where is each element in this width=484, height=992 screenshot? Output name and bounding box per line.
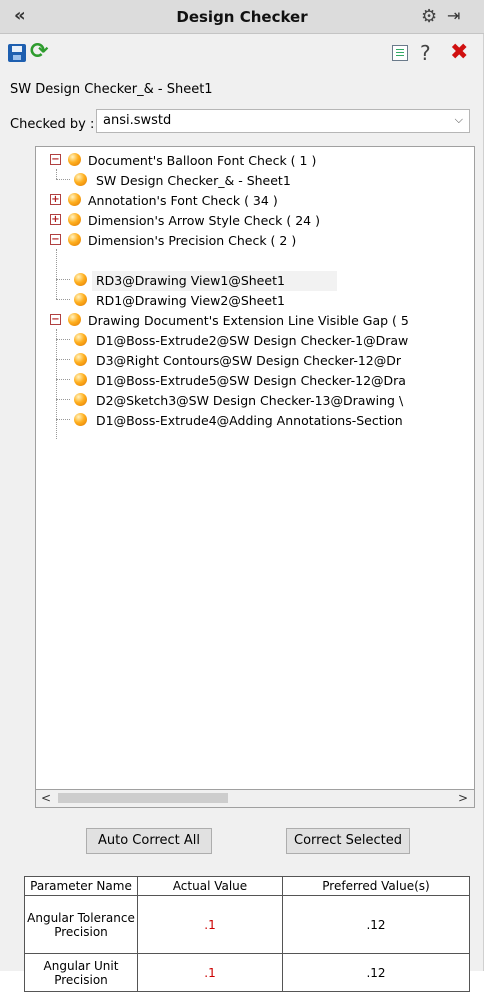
tree-item-label: D2@Sketch3@SW Design Checker-13@Drawing … [96, 393, 404, 408]
scroll-left-icon[interactable]: < [41, 791, 51, 805]
title-bar: « Design Checker ⚙ ⇥ [0, 0, 484, 34]
design-checker-panel: « Design Checker ⚙ ⇥ ⟳ ? ✖ SW Design Che… [0, 0, 484, 992]
warning-bulb-icon [74, 413, 87, 426]
correct-selected-button[interactable]: Correct Selected [286, 828, 410, 854]
warning-bulb-icon [68, 233, 81, 246]
warning-bulb-icon [74, 393, 87, 406]
tree-item-annotation-font-check[interactable]: + Annotation's Font Check ( 34 ) [36, 191, 474, 211]
warning-bulb-icon [68, 193, 81, 206]
warning-bulb-icon [74, 273, 87, 286]
warning-bulb-icon [74, 353, 87, 366]
table-header-row: Parameter Name Actual Value Preferred Va… [24, 876, 470, 896]
column-header: Preferred Value(s) [282, 876, 470, 896]
tree-item-leaf[interactable]: SW Design Checker_& - Sheet1 [36, 171, 474, 191]
tree-item-label: D1@Boss-Extrude2@SW Design Checker-1@Dra… [96, 333, 409, 348]
tree-item-leaf[interactable]: D1@Boss-Extrude2@SW Design Checker-1@Dra… [36, 331, 474, 351]
tree-item-leaf-selected[interactable]: RD3@Drawing View1@Sheet1 [92, 271, 337, 291]
horizontal-scrollbar[interactable]: < > [35, 790, 475, 808]
tree-item-label: D1@Boss-Extrude4@Adding Annotations-Sect… [96, 413, 403, 428]
warning-bulb-icon [68, 313, 81, 326]
tree-item-label: D3@Right Contours@SW Design Checker-12@D… [96, 353, 402, 368]
warning-bulb-icon [74, 373, 87, 386]
gear-icon[interactable]: ⚙ [421, 6, 437, 27]
panel-title: Design Checker [176, 8, 308, 26]
tree-item-label: Dimension's Arrow Style Check ( 24 ) [88, 213, 320, 228]
tree-item-balloon-font-check[interactable]: − Document's Balloon Font Check ( 1 ) [36, 151, 474, 171]
expand-node-icon[interactable]: + [50, 194, 61, 205]
scroll-thumb[interactable] [58, 793, 228, 803]
tree-item-arrow-style-check[interactable]: + Dimension's Arrow Style Check ( 24 ) [36, 211, 474, 231]
tree-item-leaf[interactable]: D1@Boss-Extrude4@Adding Annotations-Sect… [36, 411, 474, 431]
tree-item-label: Drawing Document's Extension Line Visibl… [88, 313, 409, 328]
report-list-icon[interactable] [392, 45, 408, 61]
tree-item-leaf[interactable]: D3@Right Contours@SW Design Checker-12@D… [36, 351, 474, 371]
auto-correct-all-button[interactable]: Auto Correct All [86, 828, 212, 854]
actual-value-cell: .1 [137, 953, 283, 992]
tree-item-label: D1@Boss-Extrude5@SW Design Checker-12@Dr… [96, 373, 406, 388]
warning-bulb-icon [68, 213, 81, 226]
tree-item-extension-line-gap[interactable]: − Drawing Document's Extension Line Visi… [36, 311, 474, 331]
standard-select-value: ansi.swstd [103, 113, 172, 128]
tree-item-leaf[interactable]: D2@Sketch3@SW Design Checker-13@Drawing … [36, 391, 474, 411]
tree-item-label: RD3@Drawing View1@Sheet1 [96, 273, 285, 288]
expand-node-icon[interactable]: + [50, 214, 61, 225]
chevron-down-icon: ⌵ [454, 113, 463, 126]
column-header: Actual Value [137, 876, 283, 896]
tree-item-precision-check[interactable]: − Dimension's Precision Check ( 2 ) [36, 231, 474, 251]
parameter-name-cell: Angular Unit Precision [24, 953, 138, 992]
tree-item-label: SW Design Checker_& - Sheet1 [96, 173, 291, 188]
column-header: Parameter Name [24, 876, 138, 896]
scroll-right-icon[interactable]: > [458, 791, 468, 805]
pin-icon[interactable]: ⇥ [447, 6, 460, 25]
tree-item-label: Document's Balloon Font Check ( 1 ) [88, 153, 317, 168]
collapse-node-icon[interactable]: − [50, 314, 61, 325]
preferred-value-cell: .12 [282, 895, 470, 954]
collapse-node-icon[interactable]: − [50, 234, 61, 245]
actual-value-cell: .1 [137, 895, 283, 954]
warning-bulb-icon [68, 153, 81, 166]
tree-item-leaf[interactable]: RD1@Drawing View2@Sheet1 [36, 291, 474, 311]
results-tree[interactable]: − Document's Balloon Font Check ( 1 ) SW… [35, 146, 475, 790]
parameter-name-cell: Angular Tolerance Precision [24, 895, 138, 954]
tree-item-label: RD1@Drawing View2@Sheet1 [96, 293, 285, 308]
close-icon[interactable]: ✖ [450, 40, 468, 65]
save-icon[interactable] [8, 44, 26, 62]
warning-bulb-icon [74, 293, 87, 306]
toolbar: ⟳ ? ✖ [0, 36, 484, 70]
table-row[interactable]: Angular Unit Precision .1 .12 [24, 953, 470, 992]
refresh-icon[interactable]: ⟳ [30, 39, 48, 64]
checked-by-label: Checked by : [10, 117, 95, 132]
warning-bulb-icon [74, 173, 87, 186]
warning-bulb-icon [74, 333, 87, 346]
tree-item-leaf[interactable]: D1@Boss-Extrude5@SW Design Checker-12@Dr… [36, 371, 474, 391]
document-name: SW Design Checker_& - Sheet1 [10, 82, 213, 97]
help-icon[interactable]: ? [420, 41, 431, 65]
parameter-table: Parameter Name Actual Value Preferred Va… [24, 876, 470, 992]
preferred-value-cell: .12 [282, 953, 470, 992]
tree-item-label: Dimension's Precision Check ( 2 ) [88, 233, 297, 248]
tree-item-label: Annotation's Font Check ( 34 ) [88, 193, 278, 208]
standard-select[interactable]: ansi.swstd ⌵ [96, 109, 470, 133]
collapse-node-icon[interactable]: − [50, 154, 61, 165]
table-row[interactable]: Angular Tolerance Precision .1 .12 [24, 895, 470, 954]
